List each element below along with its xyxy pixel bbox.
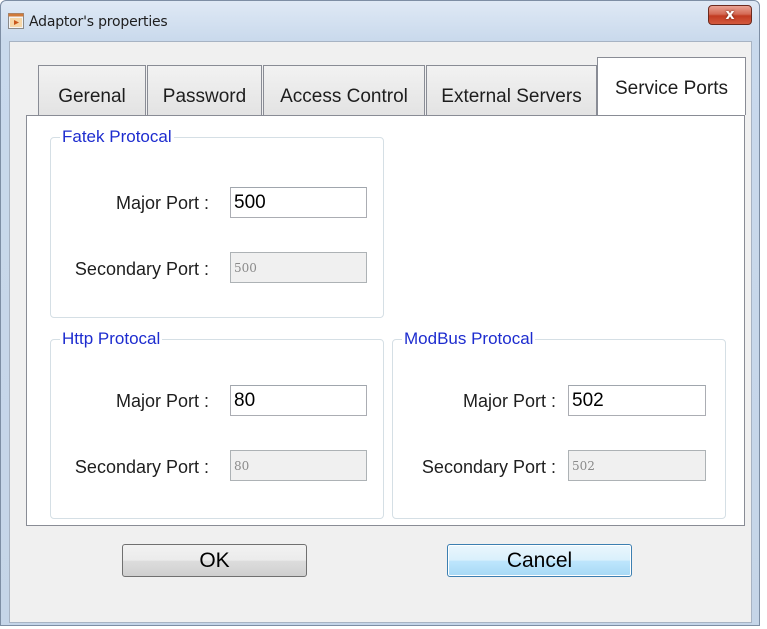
http-protocol-legend: Http Protocal — [60, 329, 163, 349]
fatek-secondary-port-input — [230, 252, 367, 283]
ok-button[interactable]: OK — [122, 544, 307, 577]
http-protocol-group: Http Protocal Major Port : Secondary Por… — [50, 329, 384, 519]
fatek-protocol-group: Fatek Protocal Major Port : Secondary Po… — [50, 127, 384, 318]
fatek-secondary-port-label: Secondary Port : — [74, 259, 209, 279]
modbus-major-port-label: Major Port : — [462, 391, 556, 411]
fatek-major-port-input[interactable] — [230, 187, 367, 218]
cancel-button[interactable]: Cancel — [447, 544, 632, 577]
close-button[interactable]: x — [708, 5, 752, 25]
tab-service-ports[interactable]: Service Ports — [597, 57, 746, 115]
tab-external-servers[interactable]: External Servers — [426, 65, 597, 115]
modbus-secondary-port-input — [568, 450, 706, 481]
http-major-port-label: Major Port : — [115, 391, 209, 411]
modbus-protocol-group: ModBus Protocal Major Port : Secondary P… — [392, 329, 726, 519]
http-secondary-port-input — [230, 450, 367, 481]
title-bar[interactable]: Adaptor's properties x — [1, 1, 759, 41]
modbus-major-port-input[interactable] — [568, 385, 706, 416]
close-icon: x — [725, 7, 735, 23]
tab-password[interactable]: Password — [147, 65, 262, 115]
app-icon — [8, 13, 24, 29]
modbus-protocol-legend: ModBus Protocal — [402, 329, 536, 349]
dialog-window: Adaptor's properties x Gerenal Password … — [0, 0, 760, 626]
tab-access-control[interactable]: Access Control — [263, 65, 425, 115]
fatek-major-port-label: Major Port : — [115, 193, 209, 213]
service-ports-panel: Fatek Protocal Major Port : Secondary Po… — [26, 115, 745, 526]
modbus-secondary-port-label: Secondary Port : — [421, 457, 556, 477]
fatek-protocol-legend: Fatek Protocal — [60, 127, 174, 147]
window-title: Adaptor's properties — [29, 14, 168, 30]
http-secondary-port-label: Secondary Port : — [74, 457, 209, 477]
http-major-port-input[interactable] — [230, 385, 367, 416]
tab-general[interactable]: Gerenal — [38, 65, 146, 115]
